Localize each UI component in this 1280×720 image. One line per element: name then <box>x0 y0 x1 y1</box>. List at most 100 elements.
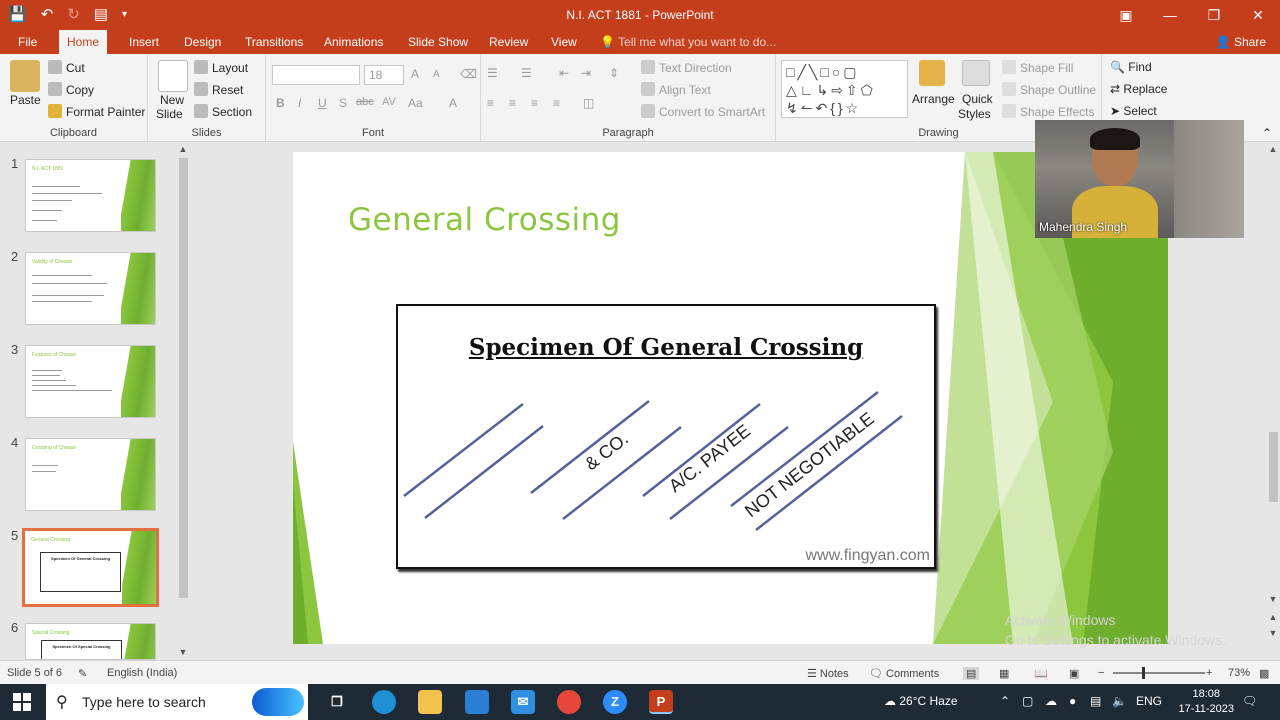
slideshow-view-icon[interactable]: ▣ <box>1069 667 1079 680</box>
comments-button[interactable]: 🗨 Comments <box>869 667 939 680</box>
input-language[interactable]: ENG <box>1136 694 1162 708</box>
section-button[interactable]: Section <box>194 104 252 119</box>
quick-styles-icon[interactable] <box>962 60 990 86</box>
shape-effects-button[interactable]: Shape Effects <box>1002 104 1095 119</box>
zoom-level[interactable]: 73% <box>1228 667 1250 679</box>
grow-font-button[interactable]: A <box>411 67 419 81</box>
spellcheck-icon[interactable]: ✎ <box>78 667 87 680</box>
underline-button[interactable]: U <box>318 96 327 110</box>
shrink-font-button[interactable]: A <box>433 69 440 80</box>
bullets-icon[interactable]: ☰ <box>487 66 498 80</box>
microsoft-store-icon[interactable] <box>465 690 489 714</box>
slide-thumbnail-6[interactable]: Special Crossing Specimen Of Special Cro… <box>25 623 156 660</box>
smartart-button[interactable]: Convert to SmartArt <box>641 104 765 119</box>
ribbon-display-options-icon[interactable]: ▣ <box>1104 0 1148 30</box>
copy-button[interactable]: Copy <box>48 82 94 97</box>
scrollbar-thumb[interactable] <box>1269 432 1278 502</box>
align-center-icon[interactable]: ≡ <box>509 96 516 110</box>
slide-title[interactable]: General Crossing <box>348 202 621 238</box>
quick-styles-label-2[interactable]: Styles <box>958 107 991 121</box>
scroll-down-icon[interactable]: ▼ <box>1266 594 1280 604</box>
layout-button[interactable]: Layout <box>194 60 248 75</box>
zoom-app-icon[interactable]: Z <box>603 690 627 714</box>
scrollbar-thumb[interactable] <box>179 158 188 598</box>
thumbnails-scrollbar[interactable]: ▲ ▼ <box>176 142 190 660</box>
arrange-button[interactable]: Arrange <box>912 92 955 106</box>
onedrive-icon[interactable]: ☁ <box>1045 694 1057 708</box>
shadow-button[interactable]: S <box>339 96 347 110</box>
tab-slide-show[interactable]: Slide Show <box>400 30 476 54</box>
bold-button[interactable]: B <box>276 96 285 110</box>
zoom-in-icon[interactable]: + <box>1206 667 1212 679</box>
find-button[interactable]: 🔍 Find <box>1110 60 1152 74</box>
clear-formatting-icon[interactable]: ⌫ <box>460 67 477 81</box>
powerpoint-taskbar-icon[interactable]: P <box>649 690 673 714</box>
normal-view-icon[interactable]: ▤ <box>963 667 980 680</box>
slide-thumbnail-3[interactable]: Features of Cheque <box>25 345 156 418</box>
tab-file[interactable]: File <box>10 30 45 54</box>
scroll-down-icon[interactable]: ▼ <box>176 647 190 657</box>
tab-review[interactable]: Review <box>481 30 536 54</box>
numbering-icon[interactable]: ☰ <box>521 66 532 80</box>
reset-button[interactable]: Reset <box>194 82 243 97</box>
previous-slide-icon[interactable]: ▲ <box>1266 612 1280 622</box>
meet-now-icon[interactable]: ▢ <box>1022 694 1033 708</box>
new-slide-label-1[interactable]: New <box>160 93 184 107</box>
cut-button[interactable]: Cut <box>48 60 85 75</box>
shape-outline-button[interactable]: Shape Outline <box>1002 82 1096 97</box>
chrome-icon[interactable] <box>557 690 581 714</box>
paste-button[interactable]: Paste <box>10 93 41 107</box>
volume-icon[interactable]: 🔈 <box>1112 694 1127 708</box>
zoom-slider[interactable] <box>1113 667 1205 679</box>
minimize-icon[interactable]: — <box>1148 0 1192 30</box>
decrease-indent-icon[interactable]: ⇤ <box>559 66 569 80</box>
collapse-ribbon-icon[interactable]: ⌃ <box>1262 126 1272 140</box>
network-icon[interactable]: ▤ <box>1090 694 1101 708</box>
microphone-icon[interactable]: ● <box>1069 694 1076 708</box>
quick-styles-label-1[interactable]: Quick <box>962 92 993 106</box>
align-text-button[interactable]: Align Text <box>641 82 711 97</box>
specimen-image[interactable]: Specimen Of General Crossing & CO. A/C. … <box>396 304 936 569</box>
share-button[interactable]: 👤 Share <box>1216 30 1266 54</box>
file-explorer-icon[interactable] <box>418 690 442 714</box>
format-painter-button[interactable]: Format Painter <box>48 104 145 119</box>
new-slide-label-2[interactable]: Slide <box>156 107 183 121</box>
edge-icon[interactable] <box>372 690 396 714</box>
mail-icon[interactable]: ✉ <box>511 690 535 714</box>
taskbar-search-box[interactable]: ⚲ Type here to search <box>46 684 308 720</box>
select-button[interactable]: ➤ Select <box>1110 104 1157 118</box>
shape-fill-button[interactable]: Shape Fill <box>1002 60 1073 75</box>
slide-thumbnail-5[interactable]: General Crossing Specimen Of General Cro… <box>22 528 159 607</box>
notes-button[interactable]: ☰ Notes <box>807 667 849 680</box>
slide-thumbnail-2[interactable]: Validity of Cheque <box>25 252 156 325</box>
text-direction-button[interactable]: Text Direction <box>641 60 732 75</box>
zoom-slider-knob[interactable] <box>1142 667 1145 679</box>
align-left-icon[interactable]: ≡ <box>487 96 494 110</box>
font-color-button[interactable]: A <box>449 96 457 110</box>
tab-view[interactable]: View <box>543 30 585 54</box>
new-slide-icon[interactable] <box>158 60 188 92</box>
reading-view-icon[interactable]: 📖 <box>1034 667 1048 680</box>
system-clock[interactable]: 18:08 17-11-2023 <box>1179 687 1234 717</box>
windows-start-icon[interactable] <box>13 693 31 711</box>
font-size-input[interactable]: 18 <box>364 65 404 85</box>
notifications-icon[interactable]: 🗨 <box>1242 694 1257 708</box>
font-name-input[interactable] <box>272 65 360 85</box>
scroll-up-icon[interactable]: ▲ <box>1266 144 1280 154</box>
slide-sorter-icon[interactable]: ▦ <box>999 667 1009 680</box>
maximize-icon[interactable]: ❐ <box>1192 0 1236 30</box>
justify-icon[interactable]: ≡ <box>553 96 560 110</box>
fit-to-window-icon[interactable]: ▩ <box>1259 667 1269 680</box>
slide-thumbnail-4[interactable]: Crossing of Cheque <box>25 438 156 511</box>
tell-me-box[interactable]: 💡 Tell me what you want to do... <box>600 30 776 54</box>
replace-button[interactable]: ⇄ Replace <box>1110 82 1167 96</box>
increase-indent-icon[interactable]: ⇥ <box>581 66 591 80</box>
zoom-out-icon[interactable]: − <box>1098 667 1104 679</box>
tab-home[interactable]: Home <box>59 30 108 54</box>
paste-icon[interactable] <box>10 60 40 92</box>
scroll-up-icon[interactable]: ▲ <box>176 144 190 154</box>
language-indicator[interactable]: English (India) <box>107 667 177 679</box>
task-view-icon[interactable]: ❐ <box>325 690 349 714</box>
shapes-gallery[interactable]: □╱╲□○▢ △∟↳⇨⇧⬠ ↯↼↶{}☆ <box>781 60 908 118</box>
italic-button[interactable]: I <box>298 96 301 110</box>
